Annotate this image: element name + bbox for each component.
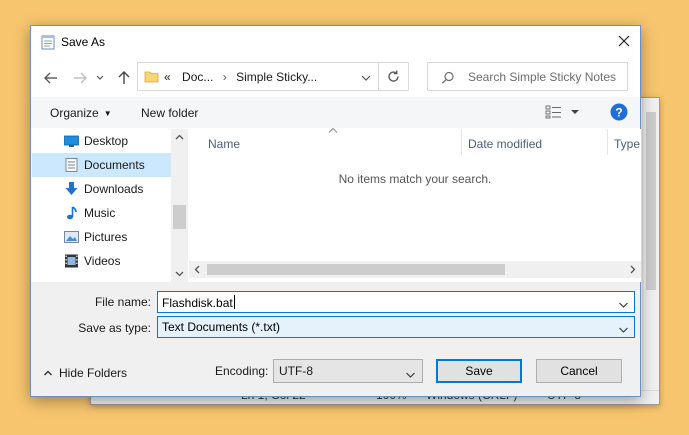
up-button[interactable] — [113, 67, 135, 89]
help-icon: ? — [610, 103, 628, 121]
folder-icon — [144, 69, 159, 83]
address-dropdown-button[interactable] — [360, 72, 372, 82]
nav-item-label: Desktop — [84, 134, 129, 148]
file-name-dropdown-button[interactable] — [618, 298, 629, 308]
dialog-title: Save As — [61, 35, 106, 49]
pictures-icon — [64, 230, 79, 244]
refresh-icon — [388, 70, 399, 82]
chevron-up-icon — [175, 134, 184, 140]
encoding-label: Encoding: — [215, 364, 269, 378]
nav-item-downloads[interactable]: Downloads — [32, 177, 171, 201]
search-box[interactable]: Search Simple Sticky Notes — [427, 62, 628, 91]
file-name-value: Flashdisk.bat — [162, 296, 233, 310]
horizontal-scrollbar[interactable] — [189, 261, 641, 278]
chevron-down-icon — [96, 75, 104, 80]
videos-icon — [64, 254, 79, 268]
back-button[interactable] — [40, 67, 62, 89]
column-header-name[interactable]: Name — [189, 129, 461, 155]
change-view-button[interactable] — [545, 105, 585, 119]
chevron-down-icon — [619, 302, 628, 308]
title-bar: Save As — [31, 26, 640, 57]
navigation-pane: Desktop Documents Downloads Music Pictur… — [32, 129, 188, 282]
downloads-icon — [64, 182, 79, 196]
breadcrumb-simple-sticky-notes[interactable]: Simple Sticky... — [236, 70, 317, 84]
nav-item-desktop[interactable]: Desktop — [32, 129, 171, 153]
breadcrumb: « Doc... › Simple Sticky... — [164, 70, 317, 84]
music-icon — [64, 206, 79, 220]
caret-down-icon: ▼ — [103, 109, 112, 118]
organize-button[interactable]: Organize ▼ — [50, 106, 112, 120]
file-name-label: File name: — [94, 295, 151, 309]
breadcrumb-separator: › — [222, 70, 227, 84]
organize-label: Organize — [50, 106, 99, 120]
scrollbar-thumb[interactable] — [207, 264, 505, 275]
breadcrumb-overflow[interactable]: « — [164, 70, 171, 84]
column-header-label: Date modified — [468, 137, 543, 151]
new-folder-button[interactable]: New folder — [141, 106, 198, 120]
chevron-down-icon — [406, 372, 415, 378]
nav-item-music[interactable]: Music — [32, 201, 171, 225]
desktop-icon — [64, 134, 79, 148]
encoding-dropdown-button[interactable] — [405, 368, 416, 378]
save-button[interactable]: Save — [436, 359, 522, 383]
help-glyph: ? — [615, 106, 622, 120]
text-cursor — [233, 295, 235, 309]
file-name-field[interactable]: Flashdisk.bat — [157, 291, 635, 313]
hide-folders-button[interactable]: Hide Folders — [43, 366, 127, 380]
search-icon — [440, 70, 456, 86]
nav-item-documents[interactable]: Documents — [32, 153, 171, 177]
empty-message: No items match your search. — [338, 172, 492, 186]
column-header-date-modified[interactable]: Date modified — [462, 129, 606, 155]
forward-button[interactable] — [69, 67, 91, 89]
scrollbar-thumb[interactable] — [173, 205, 186, 229]
navigation-pane-scrollbar[interactable] — [171, 129, 188, 282]
column-header-label: Name — [208, 137, 241, 151]
save-as-type-select[interactable]: Text Documents (*.txt) — [157, 316, 635, 338]
background-scrollbar[interactable] — [642, 98, 659, 390]
nav-item-label: Documents — [84, 158, 145, 172]
nav-item-videos[interactable]: Videos — [32, 249, 171, 273]
scroll-up-button[interactable] — [171, 129, 188, 146]
encoding-value: UTF-8 — [279, 364, 313, 378]
arrow-up-icon — [118, 71, 130, 84]
address-bar[interactable]: « Doc... › Simple Sticky... — [137, 62, 409, 91]
chevron-right-icon[interactable] — [626, 263, 639, 276]
file-list: Name Date modified Type No items match y… — [189, 127, 641, 282]
column-header-label: Type — [614, 137, 641, 151]
notepad-icon — [41, 34, 55, 50]
chevron-down-icon — [361, 75, 371, 81]
nav-item-label: Downloads — [84, 182, 144, 196]
scroll-down-button[interactable] — [171, 265, 188, 282]
arrow-left-icon — [44, 72, 57, 84]
details-view-icon — [545, 105, 579, 119]
command-bar: Organize ▼ New folder ? — [31, 97, 640, 128]
refresh-button[interactable] — [378, 63, 408, 90]
column-header-type[interactable]: Type — [608, 129, 641, 155]
save-as-type-dropdown-button[interactable] — [618, 323, 629, 333]
chevron-down-icon — [175, 271, 184, 277]
nav-item-label: Videos — [84, 254, 121, 268]
save-as-type-value: Text Documents (*.txt) — [162, 320, 281, 334]
arrow-right-icon — [74, 72, 87, 84]
encoding-select[interactable]: UTF-8 — [273, 359, 423, 383]
nav-item-label: Pictures — [84, 230, 128, 244]
nav-item-label: Music — [84, 206, 116, 220]
breadcrumb-documents[interactable]: Doc... — [182, 70, 213, 84]
chevron-up-icon — [44, 370, 52, 376]
background-scrollbar-thumb[interactable] — [646, 112, 656, 290]
recent-locations-button[interactable] — [93, 67, 107, 89]
help-button[interactable]: ? — [610, 103, 628, 121]
search-placeholder: Search Simple Sticky Notes — [468, 70, 617, 84]
chevron-left-icon[interactable] — [191, 263, 204, 276]
documents-icon — [64, 158, 79, 172]
close-icon — [618, 35, 630, 47]
chevron-down-icon — [619, 327, 628, 333]
close-button[interactable] — [608, 26, 640, 57]
nav-item-pictures[interactable]: Pictures — [32, 225, 171, 249]
save-as-type-label: Save as type: — [78, 321, 151, 335]
save-as-dialog: Save As « Doc... › Simple Sticky... Sear… — [30, 25, 641, 397]
cancel-button[interactable]: Cancel — [536, 359, 622, 383]
hide-folders-label: Hide Folders — [59, 366, 128, 380]
